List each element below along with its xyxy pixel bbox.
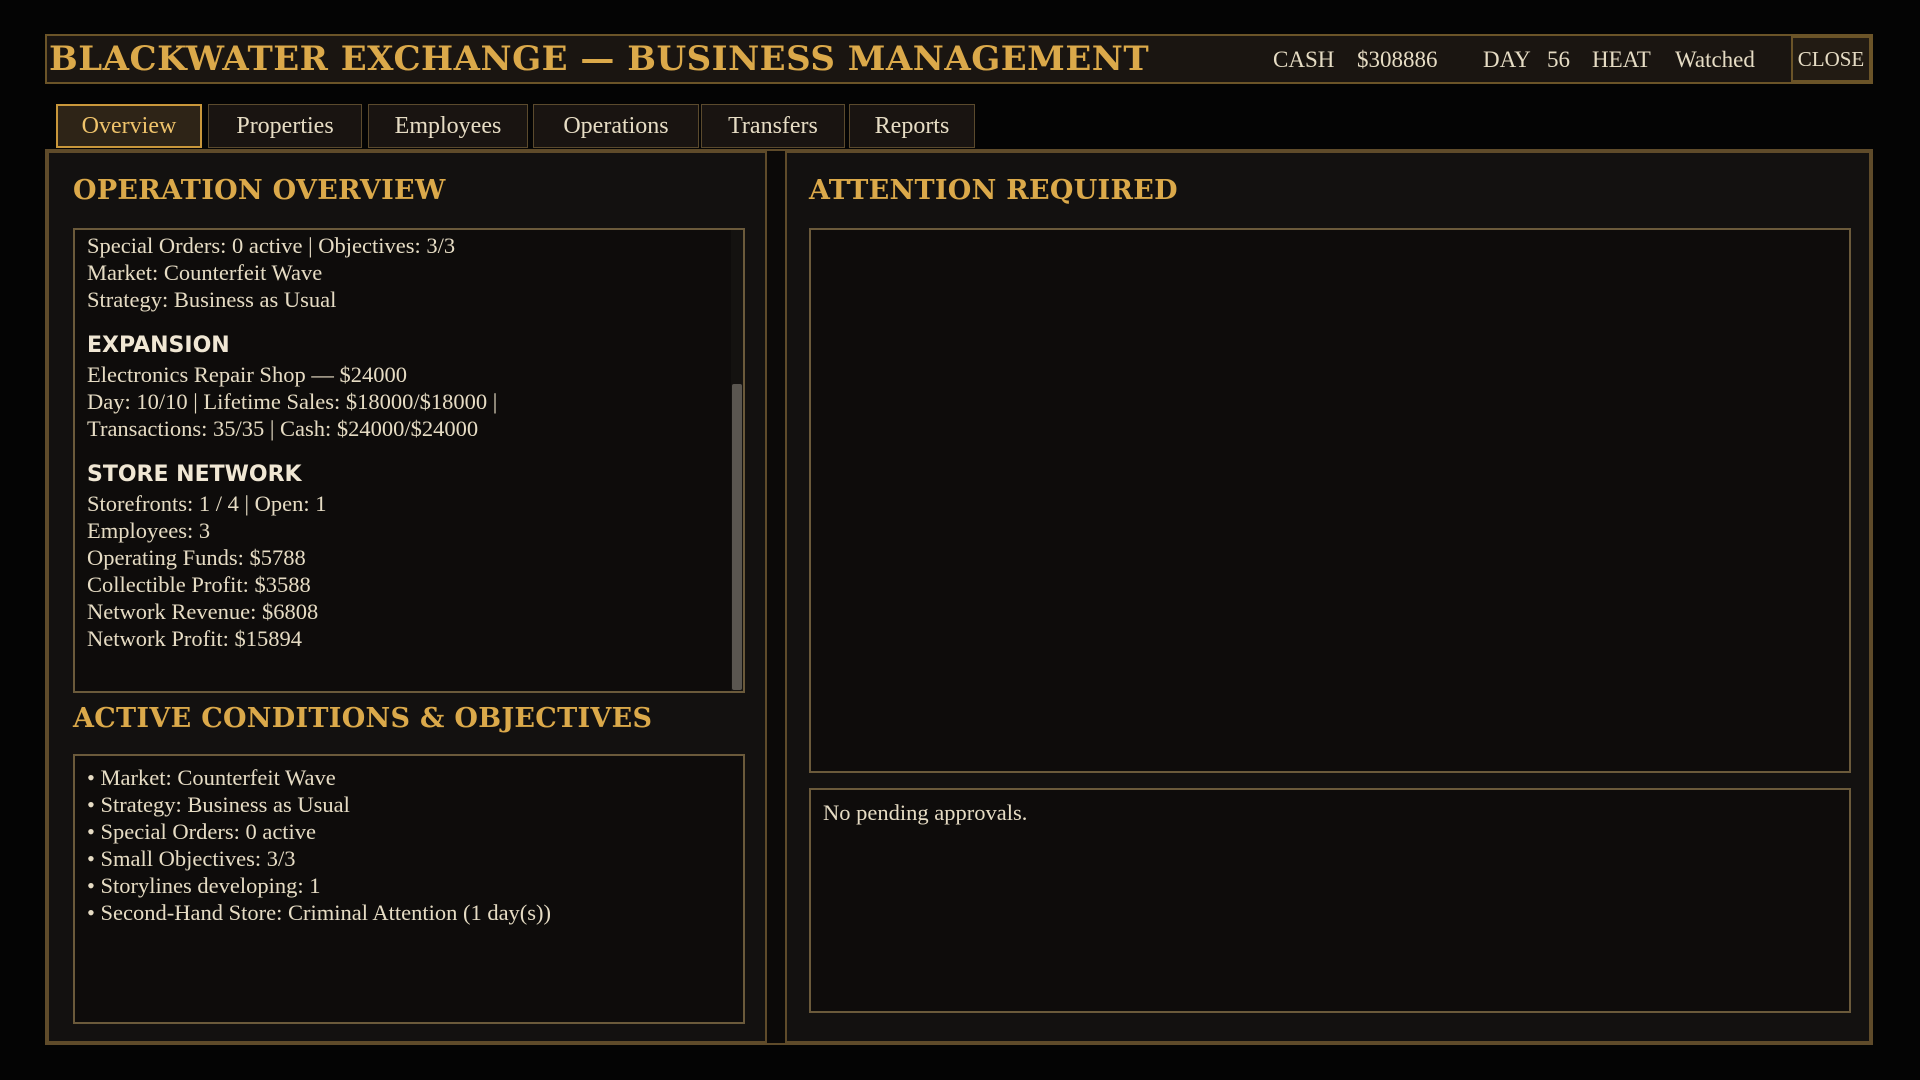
scrollbar-thumb[interactable] bbox=[732, 384, 742, 690]
condition-item: • Special Orders: 0 active bbox=[87, 819, 317, 844]
tab-reports[interactable]: Reports bbox=[849, 104, 975, 148]
title-bar: BLACKWATER EXCHANGE — BUSINESS MANAGEMEN… bbox=[45, 34, 1873, 84]
expansion-line: Day: 10/10 | Lifetime Sales: $18000/$180… bbox=[87, 389, 498, 414]
approvals-text: No pending approvals. bbox=[823, 800, 1028, 825]
network-line: Network Revenue: $6808 bbox=[87, 599, 319, 624]
tab-transfers[interactable]: Transfers bbox=[701, 104, 845, 148]
tab-operations[interactable]: Operations bbox=[533, 104, 699, 148]
condition-item: • Small Objectives: 3/3 bbox=[87, 846, 296, 871]
business-management-window: BLACKWATER EXCHANGE — BUSINESS MANAGEMEN… bbox=[0, 0, 1920, 1080]
summary-line: Strategy: Business as Usual bbox=[87, 287, 337, 312]
day-label: DAY bbox=[1483, 47, 1531, 72]
summary-line: Market: Counterfeit Wave bbox=[87, 260, 323, 285]
overview-scrollbar[interactable] bbox=[731, 230, 743, 691]
cash-label: CASH bbox=[1273, 47, 1335, 72]
network-line: Network Profit: $15894 bbox=[87, 626, 302, 651]
heat-value: Watched bbox=[1675, 47, 1755, 72]
conditions-box: • Market: Counterfeit Wave • Strategy: B… bbox=[73, 754, 745, 1024]
condition-item: • Second-Hand Store: Criminal Attention … bbox=[87, 900, 552, 925]
condition-item: • Strategy: Business as Usual bbox=[87, 792, 350, 817]
condition-item: • Storylines developing: 1 bbox=[87, 873, 321, 898]
window-title: BLACKWATER EXCHANGE — BUSINESS MANAGEMEN… bbox=[49, 39, 1150, 79]
network-line: Employees: 3 bbox=[87, 518, 211, 543]
network-line: Storefronts: 1 / 4 | Open: 1 bbox=[87, 491, 327, 516]
left-panel: OPERATION OVERVIEW Special Orders: 0 act… bbox=[47, 151, 767, 1043]
day-value: 56 bbox=[1547, 47, 1570, 72]
expansion-heading: EXPANSION bbox=[87, 333, 230, 358]
attention-list[interactable] bbox=[809, 228, 1851, 773]
close-button[interactable]: CLOSE bbox=[1791, 36, 1871, 82]
summary-line: Special Orders: 0 active | Objectives: 3… bbox=[87, 233, 456, 258]
overview-title: OPERATION OVERVIEW bbox=[73, 175, 446, 206]
conditions-title: ACTIVE CONDITIONS & OBJECTIVES bbox=[73, 703, 653, 734]
expansion-line: Transactions: 35/35 | Cash: $24000/$2400… bbox=[87, 416, 479, 441]
attention-title: ATTENTION REQUIRED bbox=[809, 175, 1178, 206]
network-line: Operating Funds: $5788 bbox=[87, 545, 306, 570]
tab-overview[interactable]: Overview bbox=[56, 104, 202, 148]
expansion-line: Electronics Repair Shop — $24000 bbox=[87, 362, 407, 387]
network-line: Collectible Profit: $3588 bbox=[87, 572, 311, 597]
content-frame: OPERATION OVERVIEW Special Orders: 0 act… bbox=[45, 149, 1873, 1045]
right-panel: ATTENTION REQUIRED No pending approvals. bbox=[785, 151, 1871, 1043]
tab-properties[interactable]: Properties bbox=[208, 104, 362, 148]
overview-scroll-box[interactable]: Special Orders: 0 active | Objectives: 3… bbox=[73, 228, 745, 693]
cash-value: $308886 bbox=[1357, 47, 1438, 72]
heat-label: HEAT bbox=[1592, 47, 1651, 72]
approvals-box: No pending approvals. bbox=[809, 788, 1851, 1013]
store-network-heading: STORE NETWORK bbox=[87, 462, 302, 487]
tab-employees[interactable]: Employees bbox=[368, 104, 528, 148]
condition-item: • Market: Counterfeit Wave bbox=[87, 765, 336, 790]
